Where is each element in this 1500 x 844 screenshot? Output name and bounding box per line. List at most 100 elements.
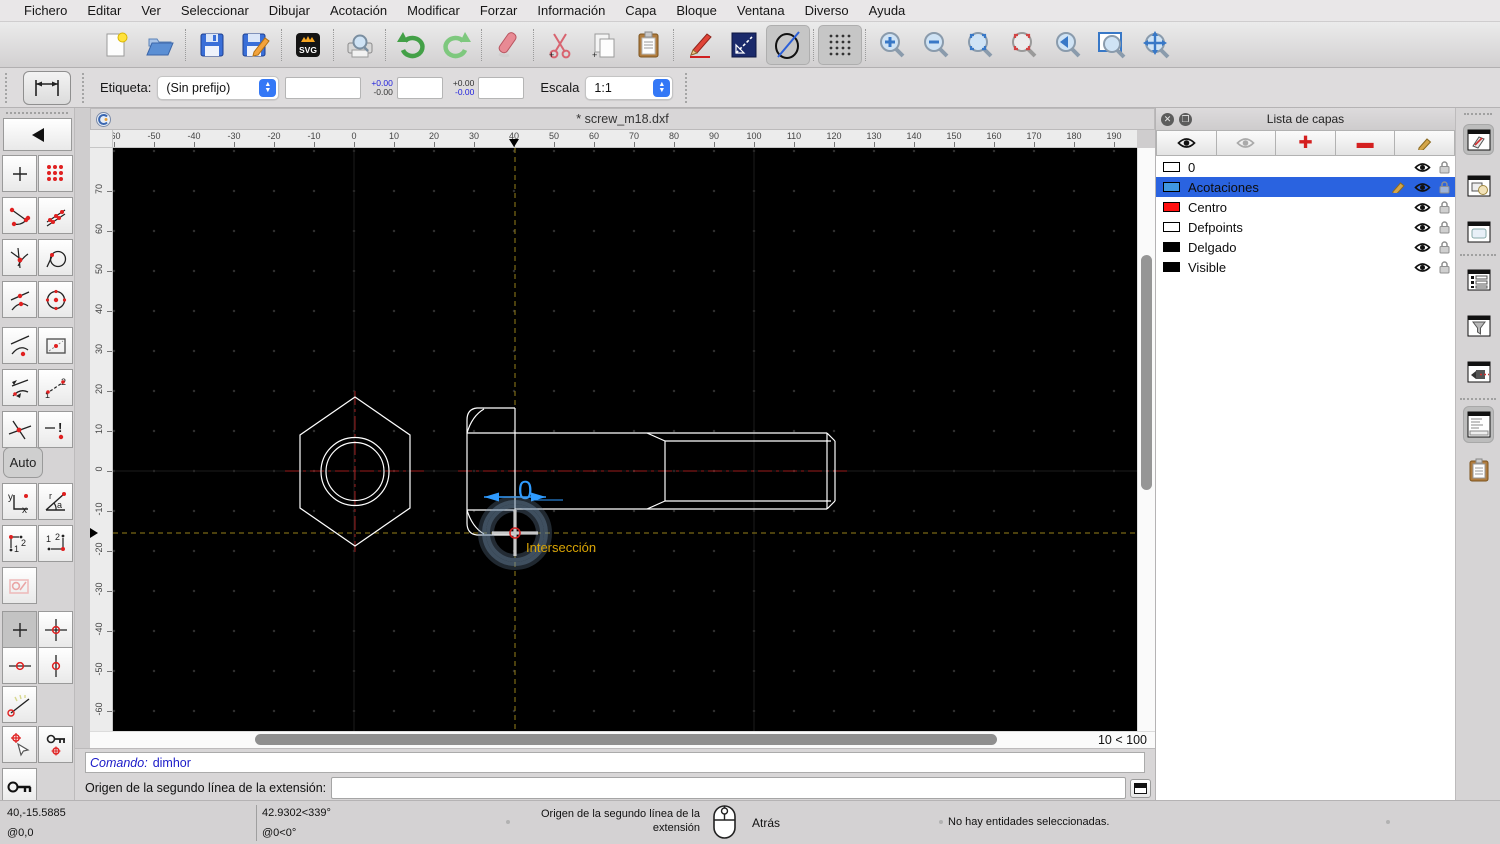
escala-select[interactable]: 1:1 ▲ ▼	[585, 75, 674, 100]
ellipse-tool-button[interactable]	[766, 24, 810, 65]
draw-pencil-button[interactable]	[678, 25, 722, 65]
zoom-window-button[interactable]	[1090, 25, 1134, 65]
layer-lock-icon[interactable]	[1438, 160, 1451, 174]
snap-locked-button[interactable]	[2, 567, 37, 604]
layer-visible-eye-icon[interactable]	[1414, 182, 1431, 193]
menu-seleccionar[interactable]: Seleccionar	[171, 0, 259, 22]
layer-visible-eye-icon[interactable]	[1414, 222, 1431, 233]
restrict-vertical-button[interactable]	[38, 647, 73, 684]
layer-color-swatch[interactable]	[1163, 162, 1180, 172]
zoom-redraw-button[interactable]	[1002, 25, 1046, 65]
command-input[interactable]	[331, 777, 1126, 799]
menu-ayuda[interactable]: Ayuda	[859, 0, 916, 22]
snap-center-button[interactable]	[38, 281, 73, 318]
new-file-button[interactable]	[94, 25, 138, 65]
dimension-tools-dock-button[interactable]	[1463, 356, 1494, 387]
save-button[interactable]	[190, 25, 234, 65]
layer-list-dock-button[interactable]	[1463, 124, 1494, 155]
menu-fichero[interactable]: Fichero	[14, 0, 77, 22]
library-browser-dock-button[interactable]	[1463, 216, 1494, 247]
layer-lock-icon[interactable]	[1438, 220, 1451, 234]
layer-color-swatch[interactable]	[1163, 182, 1180, 192]
menu-información[interactable]: Información	[527, 0, 615, 22]
zoom-auto-button[interactable]	[958, 25, 1002, 65]
zoom-out-button[interactable]	[914, 25, 958, 65]
toolbar-handle[interactable]	[685, 72, 692, 103]
snap-grid-button[interactable]	[38, 155, 73, 192]
undock-panel-button[interactable]: ❐	[1179, 112, 1192, 126]
horizontal-scrollbar[interactable]	[90, 732, 1010, 748]
menu-modificar[interactable]: Modificar	[397, 0, 470, 22]
hide-all-layers-button[interactable]	[1216, 130, 1277, 156]
snap-endpoints-button[interactable]	[2, 197, 37, 234]
coordinate-polar-button[interactable]: ra	[38, 483, 73, 520]
angle-relative-button[interactable]	[2, 686, 37, 723]
layer-row-visible[interactable]: Visible	[1156, 257, 1455, 277]
vertical-scrollbar-thumb[interactable]	[1141, 255, 1152, 490]
snap-free-button[interactable]	[2, 155, 37, 192]
layer-visible-eye-icon[interactable]	[1414, 202, 1431, 213]
menu-acotación[interactable]: Acotación	[320, 0, 397, 22]
snap-intersection-button[interactable]	[2, 411, 37, 448]
layer-lock-icon[interactable]	[1438, 180, 1451, 194]
redo-button[interactable]	[434, 25, 478, 65]
edit-layer-button[interactable]	[1395, 130, 1455, 156]
vertical-scrollbar[interactable]	[1137, 148, 1155, 731]
layer-visible-eye-icon[interactable]	[1414, 162, 1431, 173]
layer-color-swatch[interactable]	[1163, 262, 1180, 272]
paste-button[interactable]	[626, 25, 670, 65]
back-button[interactable]	[3, 118, 72, 151]
layer-lock-icon[interactable]	[1438, 240, 1451, 254]
menu-ver[interactable]: Ver	[131, 0, 171, 22]
layer-row-defpoints[interactable]: Defpoints	[1156, 217, 1455, 237]
auto-snap-button[interactable]: Auto	[3, 447, 43, 478]
command-toggle-button[interactable]	[1130, 778, 1151, 798]
undo-button[interactable]	[390, 25, 434, 65]
zoom-in-button[interactable]	[870, 25, 914, 65]
restrict-orthogonal-button[interactable]	[38, 611, 73, 648]
layer-lock-icon[interactable]	[1438, 200, 1451, 214]
layer-color-swatch[interactable]	[1163, 202, 1180, 212]
layer-row-centro[interactable]: Centro	[1156, 197, 1455, 217]
layer-row-0[interactable]: 0	[1156, 157, 1455, 177]
command-console-dock-button[interactable]	[1463, 406, 1494, 443]
menu-ventana[interactable]: Ventana	[727, 0, 795, 22]
open-file-button[interactable]	[138, 25, 182, 65]
line-tool-button[interactable]	[722, 25, 766, 65]
clipboard-dock-button[interactable]	[1463, 454, 1494, 485]
zoom-previous-button[interactable]	[1046, 25, 1090, 65]
layer-visible-eye-icon[interactable]	[1414, 262, 1431, 273]
snap-on-entity-button[interactable]	[38, 197, 73, 234]
strip-handle[interactable]	[1464, 113, 1492, 115]
lock-relative-zero-button[interactable]	[38, 726, 73, 763]
menu-diverso[interactable]: Diverso	[795, 0, 859, 22]
zoom-pan-button[interactable]	[1134, 25, 1178, 65]
show-all-layers-button[interactable]	[1156, 130, 1217, 156]
set-relative-zero-button[interactable]	[2, 726, 37, 763]
delete-button[interactable]	[486, 25, 530, 65]
toolbar-handle[interactable]	[82, 72, 89, 103]
label-text-field[interactable]	[285, 76, 362, 99]
menu-bloque[interactable]: Bloque	[666, 0, 726, 22]
entity-list-dock-button[interactable]	[1463, 264, 1494, 295]
coordinate-cartesian-button[interactable]: yx	[2, 483, 37, 520]
layer-visible-eye-icon[interactable]	[1414, 242, 1431, 253]
horizontal-scrollbar-thumb[interactable]	[255, 734, 997, 745]
snap-nearest-button[interactable]	[2, 327, 37, 364]
close-panel-button[interactable]: ✕	[1161, 112, 1174, 126]
menu-dibujar[interactable]: Dibujar	[259, 0, 320, 22]
snap-intersection-manual-button[interactable]: !	[38, 411, 73, 448]
order-points-1-button[interactable]: 12	[2, 525, 37, 562]
snap-middle-button[interactable]	[2, 281, 37, 318]
cut-button[interactable]: +	[538, 25, 582, 65]
selection-filter-dock-button[interactable]	[1463, 310, 1494, 341]
snap-distance-button[interactable]: 12	[38, 369, 73, 406]
restrict-nothing-button[interactable]	[2, 611, 37, 648]
menu-editar[interactable]: Editar	[77, 0, 131, 22]
menu-forzar[interactable]: Forzar	[470, 0, 528, 22]
snap-distance-manual-button[interactable]	[2, 369, 37, 406]
dimension-horizontal-tool-button[interactable]	[23, 70, 71, 105]
grid-toggle-button[interactable]	[818, 24, 862, 65]
document-title-bar[interactable]: * screw_m18.dxf	[90, 108, 1155, 130]
menu-capa[interactable]: Capa	[615, 0, 666, 22]
